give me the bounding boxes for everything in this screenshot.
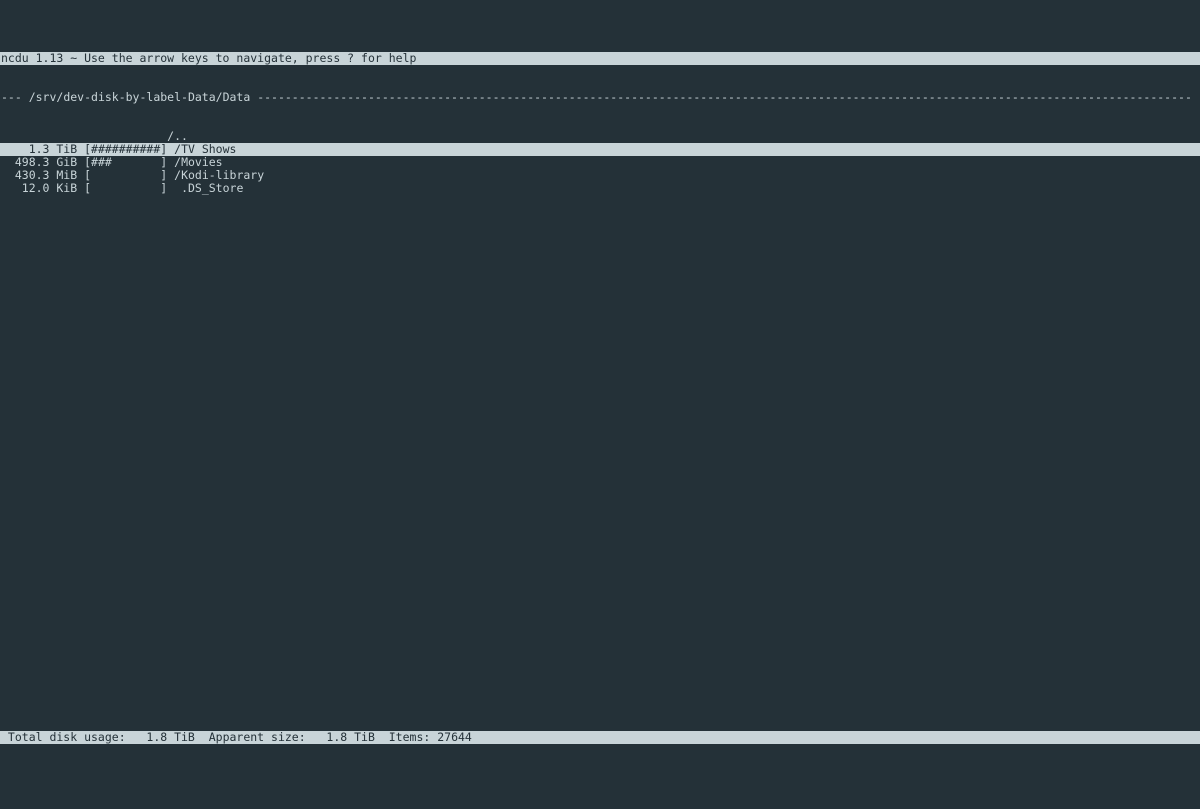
footer-bar: Total disk usage: 1.8 TiB Apparent size:… <box>0 731 1200 744</box>
footer-items-value: 27644 <box>430 730 472 744</box>
file-name: /TV Shows <box>174 142 236 156</box>
file-size: 430.3 MiB <box>1 168 77 182</box>
size-bar: [ ] <box>84 181 167 195</box>
file-name: .DS_Store <box>174 181 243 195</box>
path-dash-fill: ----------------------------------------… <box>250 91 1192 104</box>
footer-total-value: 1.8 TiB <box>126 730 195 744</box>
path-bar: --- /srv/dev-disk-by-label-Data/Data ---… <box>0 91 1200 104</box>
path-prefix: --- <box>1 91 29 104</box>
file-name: /Movies <box>174 155 222 169</box>
size-bar: [### ] <box>84 155 167 169</box>
header-text: ncdu 1.13 ~ Use the arrow keys to naviga… <box>1 51 416 65</box>
file-size: 1.3 TiB <box>1 142 77 156</box>
footer-apparent-label: Apparent size: <box>195 730 306 744</box>
path-dir: /srv/dev-disk-by-label-Data/Data <box>29 91 251 104</box>
file-size: 498.3 GiB <box>1 155 77 169</box>
footer-items-label: Items: <box>375 730 430 744</box>
footer-total-label: Total disk usage: <box>1 730 126 744</box>
header-bar: ncdu 1.13 ~ Use the arrow keys to naviga… <box>0 52 1200 65</box>
size-bar: [ ] <box>84 168 167 182</box>
footer-apparent-value: 1.8 TiB <box>306 730 375 744</box>
file-name: /Kodi-library <box>174 168 264 182</box>
file-size: 12.0 KiB <box>1 181 77 195</box>
file-list[interactable]: /.. 1.3 TiB [##########] /TV Shows 498.3… <box>0 130 1200 705</box>
size-bar: [##########] <box>84 142 167 156</box>
list-item[interactable]: 12.0 KiB [ ] .DS_Store <box>0 182 1200 195</box>
file-name: /.. <box>167 129 188 143</box>
